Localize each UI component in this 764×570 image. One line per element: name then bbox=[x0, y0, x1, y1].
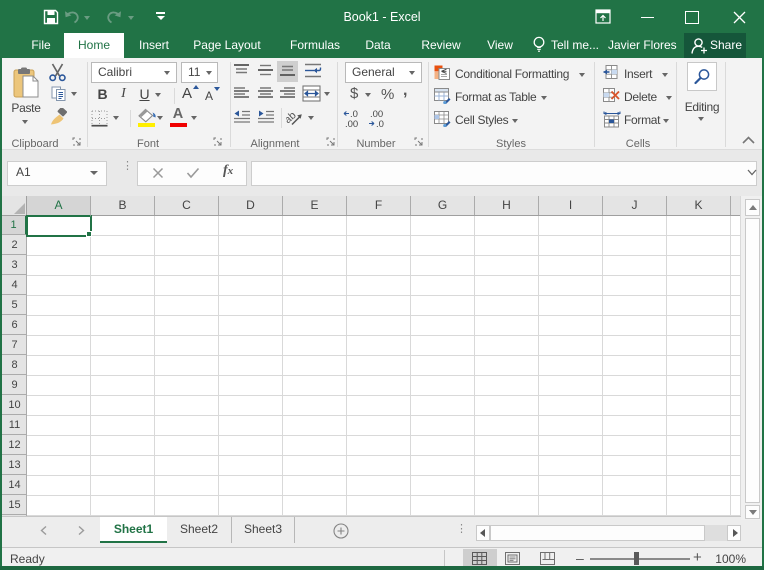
svg-text:.0: .0 bbox=[376, 119, 384, 128]
svg-text:.00: .00 bbox=[345, 119, 358, 128]
